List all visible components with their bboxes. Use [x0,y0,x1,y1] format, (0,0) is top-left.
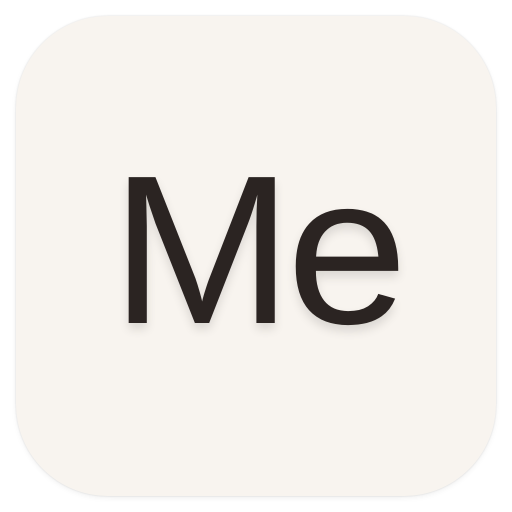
app-logo-text: Me [110,131,407,368]
app-icon[interactable]: Me [16,16,496,496]
canvas: Me [0,0,512,512]
